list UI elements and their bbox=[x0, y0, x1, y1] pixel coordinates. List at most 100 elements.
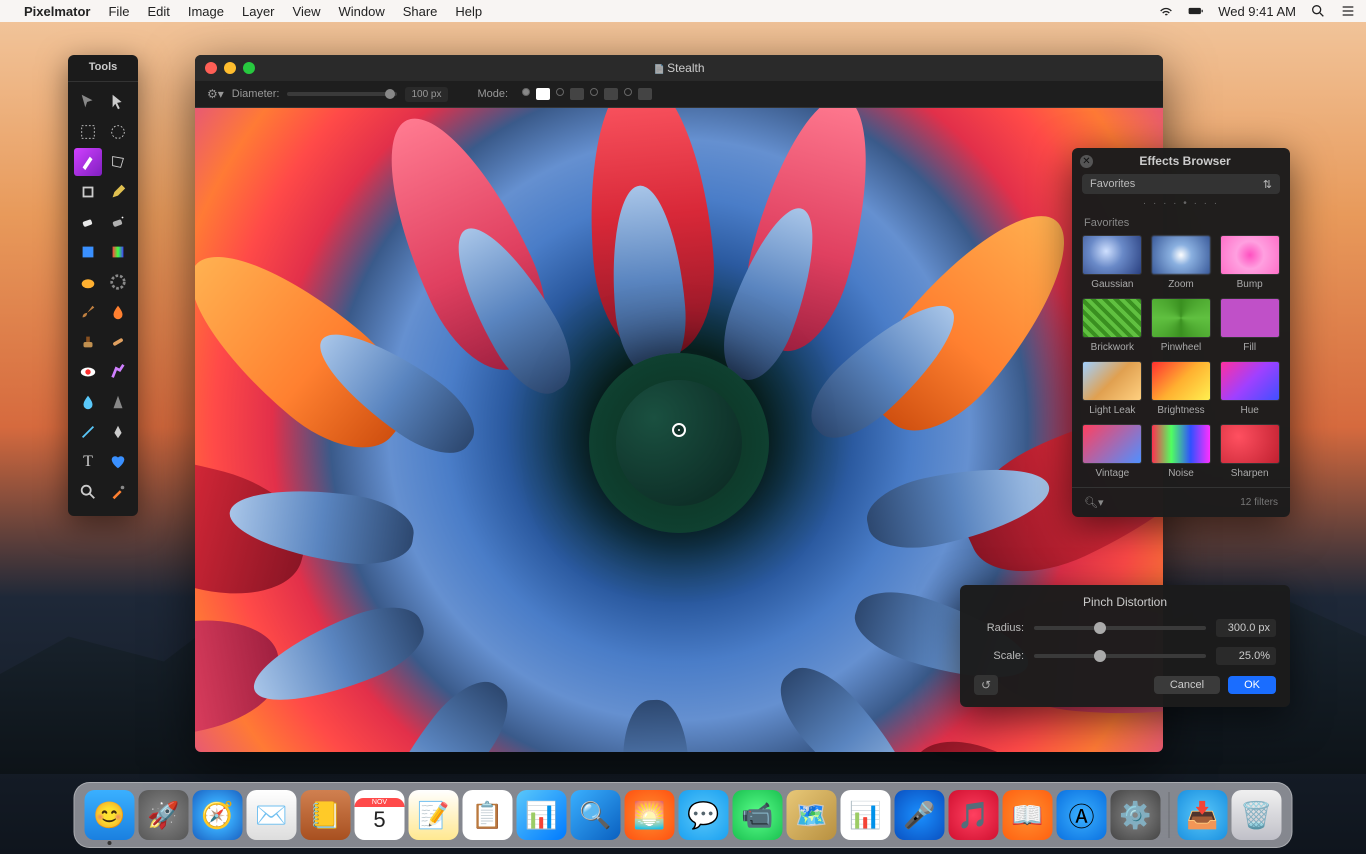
dock-mail[interactable]: ✉️ bbox=[247, 790, 297, 840]
tool-shape-rect[interactable] bbox=[74, 238, 102, 266]
mode-btn-2[interactable] bbox=[570, 88, 584, 100]
tool-eyedropper[interactable] bbox=[104, 478, 132, 506]
tool-magic-eraser[interactable] bbox=[104, 208, 132, 236]
dock-preview[interactable]: 🔍 bbox=[571, 790, 621, 840]
tool-arrow-select[interactable] bbox=[104, 88, 132, 116]
dock-facetime[interactable]: 📹 bbox=[733, 790, 783, 840]
tool-heal[interactable] bbox=[104, 328, 132, 356]
dock-reminders[interactable]: 📋 bbox=[463, 790, 513, 840]
dock-numbers[interactable]: 📊 bbox=[841, 790, 891, 840]
reset-button[interactable]: ↺ bbox=[974, 675, 998, 695]
scale-slider[interactable] bbox=[1034, 654, 1206, 658]
tool-brush[interactable] bbox=[74, 298, 102, 326]
window-minimize-button[interactable] bbox=[224, 62, 236, 74]
cancel-button[interactable]: Cancel bbox=[1154, 676, 1220, 694]
effect-sharpen[interactable]: Sharpen bbox=[1219, 424, 1280, 479]
tool-color-wheel[interactable] bbox=[104, 268, 132, 296]
window-close-button[interactable] bbox=[205, 62, 217, 74]
dock-photos[interactable]: 🌅 bbox=[625, 790, 675, 840]
menu-image[interactable]: Image bbox=[188, 4, 224, 19]
tool-crop[interactable] bbox=[74, 178, 102, 206]
dock-appstore[interactable]: Ⓐ bbox=[1057, 790, 1107, 840]
menu-view[interactable]: View bbox=[293, 4, 321, 19]
mode-btn-3[interactable] bbox=[604, 88, 618, 100]
menu-help[interactable]: Help bbox=[455, 4, 482, 19]
dock-dashboard[interactable]: 📊 bbox=[517, 790, 567, 840]
mode-btn-1[interactable] bbox=[536, 88, 550, 100]
tool-type[interactable]: T bbox=[74, 448, 102, 476]
menu-edit[interactable]: Edit bbox=[147, 4, 169, 19]
scale-value[interactable]: 25.0% bbox=[1216, 647, 1276, 665]
mode-radio-3[interactable] bbox=[590, 88, 598, 96]
mode-btn-4[interactable] bbox=[638, 88, 652, 100]
app-name[interactable]: Pixelmator bbox=[24, 4, 90, 19]
effect-brightness[interactable]: Brightness bbox=[1151, 361, 1212, 416]
close-icon[interactable]: ✕ bbox=[1080, 155, 1093, 168]
mode-radio-1[interactable] bbox=[522, 88, 530, 96]
menu-window[interactable]: Window bbox=[338, 4, 384, 19]
effect-noise[interactable]: Noise bbox=[1151, 424, 1212, 479]
effect-lightleak[interactable]: Light Leak bbox=[1082, 361, 1143, 416]
tool-sharpen[interactable] bbox=[104, 388, 132, 416]
tool-eraser[interactable] bbox=[74, 208, 102, 236]
dock-settings[interactable]: ⚙️ bbox=[1111, 790, 1161, 840]
effect-fill[interactable]: Fill bbox=[1219, 298, 1280, 353]
dock-contacts[interactable]: 📒 bbox=[301, 790, 351, 840]
tool-warp[interactable] bbox=[104, 358, 132, 386]
effect-cursor-icon[interactable] bbox=[672, 423, 686, 437]
spotlight-icon[interactable] bbox=[1310, 3, 1326, 19]
tool-red-eye[interactable] bbox=[74, 358, 102, 386]
tool-move[interactable] bbox=[74, 88, 102, 116]
dock-maps[interactable]: 🗺️ bbox=[787, 790, 837, 840]
dock-safari[interactable]: 🧭 bbox=[193, 790, 243, 840]
tool-marquee-rect[interactable] bbox=[74, 118, 102, 146]
menu-file[interactable]: File bbox=[108, 4, 129, 19]
ok-button[interactable]: OK bbox=[1228, 676, 1276, 694]
gear-icon[interactable]: ⚙︎▾ bbox=[207, 87, 224, 101]
tool-blur[interactable] bbox=[74, 388, 102, 416]
effect-gaussian[interactable]: Gaussian bbox=[1082, 235, 1143, 290]
battery-icon[interactable] bbox=[1188, 3, 1204, 19]
notification-center-icon[interactable] bbox=[1340, 3, 1356, 19]
wifi-icon[interactable] bbox=[1158, 3, 1174, 19]
dock-notes[interactable]: 📝 bbox=[409, 790, 459, 840]
tool-clone-stamp[interactable] bbox=[74, 328, 102, 356]
effect-hue[interactable]: Hue bbox=[1219, 361, 1280, 416]
search-icon[interactable]: 🔍︎▾ bbox=[1084, 496, 1104, 509]
effect-zoom[interactable]: Zoom bbox=[1151, 235, 1212, 290]
mode-radio-4[interactable] bbox=[624, 88, 632, 96]
clock[interactable]: Wed 9:41 AM bbox=[1218, 4, 1296, 19]
tool-gradient[interactable] bbox=[104, 238, 132, 266]
effect-vintage[interactable]: Vintage bbox=[1082, 424, 1143, 479]
tool-line[interactable] bbox=[74, 418, 102, 446]
dock-downloads[interactable]: 📥 bbox=[1178, 790, 1228, 840]
effect-bump[interactable]: Bump bbox=[1219, 235, 1280, 290]
effect-brickwork[interactable]: Brickwork bbox=[1082, 298, 1143, 353]
tool-pencil[interactable] bbox=[104, 178, 132, 206]
diameter-value[interactable]: 100 px bbox=[405, 87, 447, 102]
menu-share[interactable]: Share bbox=[403, 4, 438, 19]
dock-ibooks[interactable]: 📖 bbox=[1003, 790, 1053, 840]
mode-radio-2[interactable] bbox=[556, 88, 564, 96]
dock-finder[interactable]: 😊 bbox=[85, 790, 135, 840]
tool-heart-shape[interactable] bbox=[104, 448, 132, 476]
tool-polygonal-lasso[interactable] bbox=[104, 148, 132, 176]
tool-smudge[interactable] bbox=[74, 268, 102, 296]
dock-itunes[interactable]: 🎵 bbox=[949, 790, 999, 840]
dock-keynote[interactable]: 🎤 bbox=[895, 790, 945, 840]
radius-value[interactable]: 300.0 px bbox=[1216, 619, 1276, 637]
menu-layer[interactable]: Layer bbox=[242, 4, 275, 19]
effect-pinwheel[interactable]: Pinwheel bbox=[1151, 298, 1212, 353]
window-zoom-button[interactable] bbox=[243, 62, 255, 74]
tool-zoom[interactable] bbox=[74, 478, 102, 506]
radius-slider[interactable] bbox=[1034, 626, 1206, 630]
tool-pen[interactable] bbox=[104, 418, 132, 446]
thumbnail-size-slider[interactable]: · · · · • · · · bbox=[1072, 194, 1290, 213]
dock-calendar[interactable]: NOV 5 bbox=[355, 790, 405, 840]
tool-marquee-ellipse[interactable] bbox=[104, 118, 132, 146]
tool-lasso[interactable] bbox=[74, 148, 102, 176]
effects-category-dropdown[interactable]: Favorites ⇅ bbox=[1082, 174, 1280, 194]
dock-messages[interactable]: 💬 bbox=[679, 790, 729, 840]
dock-trash[interactable]: 🗑️ bbox=[1232, 790, 1282, 840]
dock-launchpad[interactable]: 🚀 bbox=[139, 790, 189, 840]
